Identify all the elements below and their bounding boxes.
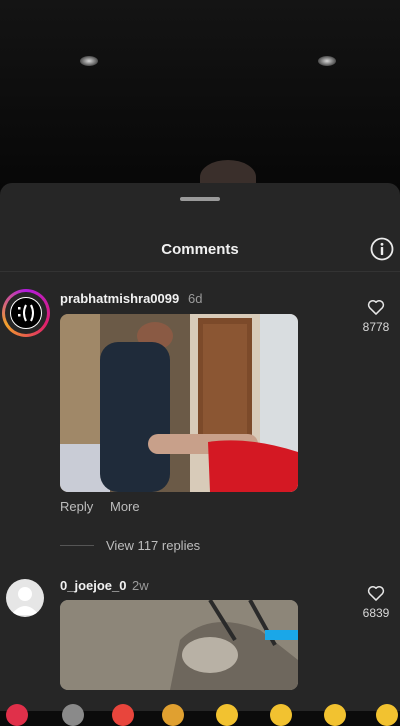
info-icon[interactable]	[370, 237, 394, 261]
fire-emoji-icon[interactable]	[112, 704, 134, 726]
laugh-emoji-icon[interactable]	[270, 704, 292, 726]
ceiling-light	[80, 56, 98, 66]
clap-emoji-icon[interactable]	[162, 704, 184, 726]
wow-emoji-icon[interactable]	[376, 704, 398, 726]
comment-username[interactable]: prabhatmishra0099	[60, 291, 179, 306]
gif-thumbnail-image	[60, 600, 298, 690]
avatar[interactable]	[6, 579, 44, 617]
header-divider	[0, 271, 400, 272]
grin-emoji-icon[interactable]	[324, 704, 346, 726]
sparkle-emoji-icon[interactable]	[62, 704, 84, 726]
comments-sheet: Comments prabhatmishra0099 6d Reply More…	[0, 183, 400, 711]
drag-handle[interactable]	[180, 197, 220, 201]
view-replies-button[interactable]: View 117 replies	[106, 538, 200, 553]
comment-timestamp: 2w	[132, 578, 149, 593]
replies-divider	[60, 545, 94, 546]
ceiling-light	[318, 56, 336, 66]
comment-gif[interactable]	[60, 314, 298, 492]
more-button[interactable]: More	[110, 499, 140, 514]
comment-gif[interactable]	[60, 600, 298, 690]
like-count: 6839	[362, 606, 390, 620]
avatar-image	[10, 297, 42, 329]
gif-thumbnail-image	[60, 314, 298, 492]
heart-emoji-icon[interactable]	[6, 704, 28, 726]
comment-timestamp: 6d	[188, 291, 203, 306]
heart-outline-icon[interactable]	[366, 583, 386, 603]
person-silhouette-icon	[11, 587, 39, 615]
background-video[interactable]	[0, 0, 400, 194]
reply-button[interactable]: Reply	[60, 499, 93, 514]
comment-username[interactable]: 0_joejoe_0	[60, 578, 127, 593]
smile-emoji-icon[interactable]	[216, 704, 238, 726]
emoji-reaction-bar	[0, 700, 400, 726]
sad-face-icon	[18, 304, 34, 322]
heart-outline-icon[interactable]	[366, 297, 386, 317]
sheet-title: Comments	[161, 241, 239, 258]
like-count: 8778	[362, 320, 390, 334]
avatar-ring-gap	[5, 292, 47, 334]
avatar[interactable]	[2, 289, 50, 337]
